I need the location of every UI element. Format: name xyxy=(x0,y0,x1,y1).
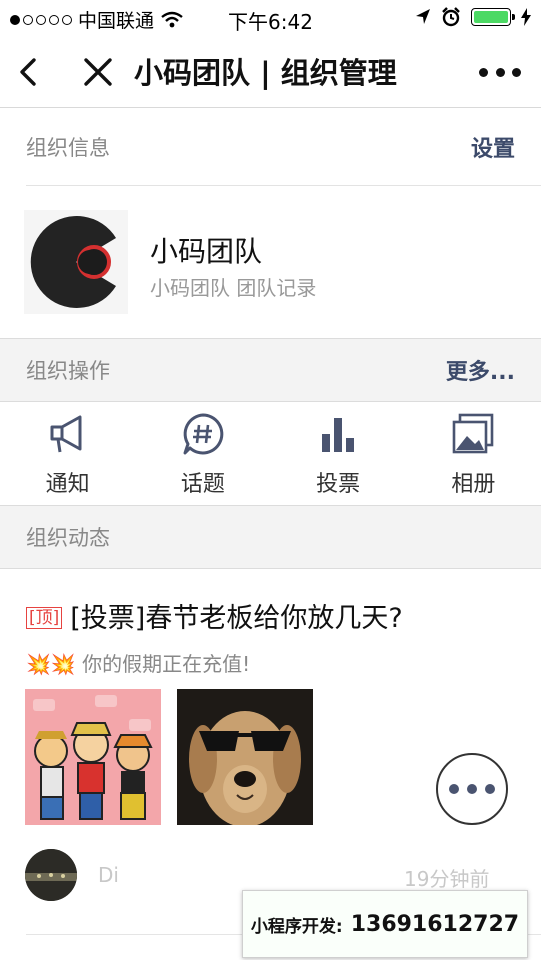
org-info-label: 组织信息 xyxy=(26,135,110,160)
org-description: 小码团队 团队记录 xyxy=(150,276,317,300)
org-info-header: 组织信息 设置 xyxy=(0,108,541,185)
megaphone-icon xyxy=(50,415,82,453)
avatar[interactable] xyxy=(25,849,77,901)
charging-bolt-icon xyxy=(521,8,531,26)
nav-bar: 小码团队 | 组织管理 xyxy=(0,36,541,108)
op-album-button[interactable]: 相册 xyxy=(406,402,541,505)
post-title-text: [投票]春节老板给你放几天? xyxy=(70,603,403,634)
op-notice-button[interactable]: 通知 xyxy=(0,402,135,505)
dev-phone: 13691612727 xyxy=(350,911,520,937)
org-ops-header: 组织操作 更多... xyxy=(0,338,541,402)
author-name: Di xyxy=(98,863,119,887)
op-label: 相册 xyxy=(451,472,496,497)
cartoon-pirates-image xyxy=(25,689,161,825)
op-vote-button[interactable]: 投票 xyxy=(271,402,406,505)
org-feed-header: 组织动态 xyxy=(0,505,541,569)
page-title: 小码团队 | 组织管理 xyxy=(134,56,397,90)
post-title[interactable]: [顶] [投票]春节老板给你放几天? xyxy=(26,596,403,635)
dog-sunglasses-image xyxy=(177,689,313,825)
org-feed-label: 组织动态 xyxy=(26,526,110,550)
bar-chart-icon xyxy=(322,418,355,452)
post-time: 19分钟前 xyxy=(404,867,490,891)
dev-label: 小程序开发: xyxy=(250,916,343,937)
settings-link[interactable]: 设置 xyxy=(471,131,515,163)
post-subtitle: 💥💥 你的假期正在充值! xyxy=(26,648,250,677)
location-icon xyxy=(416,9,430,24)
alarm-clock-icon xyxy=(442,7,460,27)
status-right xyxy=(415,7,531,27)
more-options-icon[interactable] xyxy=(479,58,521,86)
back-icon[interactable] xyxy=(14,54,44,90)
org-ops-label: 组织操作 xyxy=(26,359,110,383)
post-image-dog[interactable] xyxy=(177,689,313,825)
close-icon[interactable] xyxy=(82,54,114,90)
pinned-badge: [顶] xyxy=(26,607,63,629)
battery-icon xyxy=(471,8,515,26)
explosion-emoji-icon: 💥💥 xyxy=(26,652,76,676)
org-name: 小码团队 xyxy=(150,235,263,268)
developer-contact-badge: 小程序开发: 13691612727 xyxy=(242,890,528,958)
org-logo xyxy=(24,210,128,314)
avatar-image xyxy=(25,849,77,901)
topic-hash-icon xyxy=(183,413,224,455)
status-bar: 中国联通 下午6:42 xyxy=(0,0,541,36)
more-ops-link[interactable]: 更多... xyxy=(446,354,515,386)
post-subtitle-text: 你的假期正在充值! xyxy=(82,652,251,676)
op-label: 投票 xyxy=(316,472,361,497)
post-image-cartoon[interactable] xyxy=(25,689,161,825)
op-label: 话题 xyxy=(180,472,225,497)
org-ops-grid: 通知 话题 投票 相册 xyxy=(0,402,541,505)
floating-more-button[interactable] xyxy=(436,753,508,825)
org-profile[interactable]: 小码团队 小码团队 团队记录 xyxy=(0,186,541,338)
op-topic-button[interactable]: 话题 xyxy=(135,402,270,505)
op-label: 通知 xyxy=(45,472,90,497)
album-icon xyxy=(453,413,494,454)
